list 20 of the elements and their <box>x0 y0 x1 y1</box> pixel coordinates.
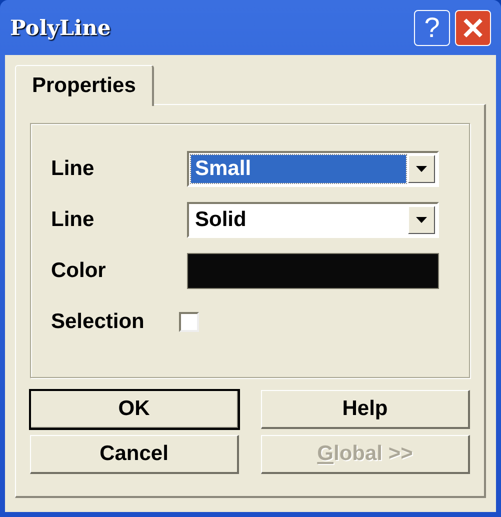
dropdown-button[interactable] <box>408 155 435 183</box>
window-title: PolyLine <box>10 14 112 42</box>
field-label: Selection <box>51 309 146 336</box>
close-icon <box>462 16 484 38</box>
dialog-button[interactable]: Cancel <box>30 435 239 474</box>
dialog-button[interactable]: Help <box>261 390 470 429</box>
dialog-button[interactable]: OK <box>30 390 239 429</box>
dropdown[interactable]: Small <box>187 151 439 187</box>
field-label: Line <box>51 156 96 182</box>
close-button[interactable] <box>455 10 491 46</box>
caret-icon <box>416 166 427 172</box>
color-swatch[interactable] <box>187 253 439 289</box>
tab[interactable]: Properties <box>15 65 154 106</box>
dropdown-button[interactable] <box>408 206 435 234</box>
help-button[interactable]: ? <box>414 10 450 46</box>
caret-icon <box>416 217 427 223</box>
dropdown[interactable]: Solid <box>187 202 439 238</box>
checkbox[interactable] <box>179 312 199 332</box>
field-label: Color <box>51 258 107 284</box>
field-label: Line <box>51 207 96 234</box>
